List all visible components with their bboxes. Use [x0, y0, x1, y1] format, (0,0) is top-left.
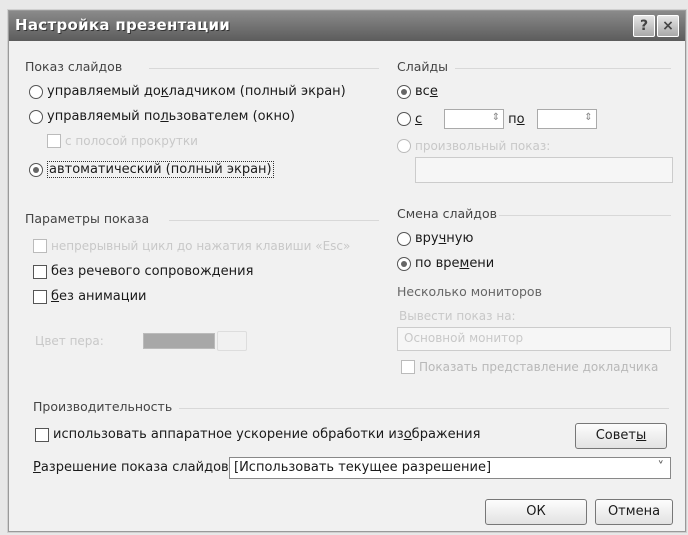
presenter-view-label: Показать представление докладчика	[419, 360, 659, 374]
cancel-button[interactable]: Отмена	[595, 499, 673, 525]
ok-button[interactable]: ОК	[485, 499, 587, 525]
from-spinner-arrows-icon[interactable]: ⇕	[492, 112, 500, 123]
to-label-prefix: п	[508, 111, 517, 127]
set-up-show-dialog: Настройка презентации ? × Показ слайдов …	[8, 10, 686, 532]
individual-radio[interactable]: управляемый по л ьзователем (окно)	[29, 109, 295, 124]
all-label-key: е	[429, 84, 438, 99]
display-on-value: Основной монитор	[404, 331, 524, 345]
manual-radio-button[interactable]	[397, 231, 411, 246]
custom-show-radio-button	[397, 139, 411, 153]
narration-label-suffix: ения	[220, 264, 254, 279]
from-slide-radio-button[interactable]	[397, 112, 411, 126]
individual-label-prefix: управляемый по	[47, 109, 161, 124]
resolution-value: [Использовать текущее разрешение]	[234, 460, 492, 475]
animation-label-suffix: ез анимации	[59, 289, 147, 304]
display-on-label: Вывести показ на:	[399, 309, 516, 323]
animation-label-key: б	[51, 289, 60, 304]
all-slides-radio-button[interactable]	[397, 84, 411, 99]
timings-label-suffix: ени	[469, 256, 495, 271]
show-type-group-label: Показ слайдов	[25, 59, 123, 74]
pen-color-swatch	[143, 333, 215, 349]
advance-group-label: Смена слайдов	[397, 206, 497, 221]
custom-show-label: произвольный показ:	[415, 139, 551, 153]
from-slide-spinner[interactable]: ⇕	[444, 109, 505, 129]
individual-label-key: л	[160, 109, 169, 124]
manual-label-key: ч	[438, 231, 447, 246]
to-spinner-arrows-icon[interactable]: ⇕	[584, 112, 592, 123]
no-narration-check-box[interactable]	[33, 264, 47, 279]
hw-acceleration-check-box[interactable]	[35, 427, 49, 442]
presenter-radio-button[interactable]	[29, 84, 43, 99]
presenter-label-prefix: управляемый до	[47, 84, 161, 99]
manual-label-prefix: вру	[415, 231, 439, 246]
advance-divider	[499, 215, 671, 216]
show-options-group-label: Параметры показа	[25, 211, 150, 226]
narration-label-key: д	[211, 264, 221, 279]
presenter-view-check-box	[401, 360, 415, 374]
resolution-label-suffix: азрешение показа слайдов:	[40, 460, 234, 475]
resolution-label: Разрешение показа слайдов:	[33, 460, 233, 475]
all-label-prefix: вс	[415, 84, 430, 99]
hw-accel-label-suffix: бражения	[411, 427, 481, 442]
to-slide-spinner[interactable]: ⇕	[536, 109, 597, 129]
loop-label: непрерывный цикл до нажатия клавиши «Esc…	[51, 239, 351, 253]
manual-advance-radio[interactable]: вру ч ную	[397, 231, 473, 246]
scrollbar-check-box	[47, 134, 61, 148]
dialog-title: Настройка презентации	[15, 16, 231, 34]
loop-checkbox: непрерывный цикл до нажатия клавиши «Esc…	[33, 239, 350, 253]
tips-button[interactable]: Советы	[575, 423, 667, 449]
timings-label-prefix: по вре	[415, 256, 460, 271]
kiosk-radio[interactable]: автоматический (полный экран)	[29, 161, 274, 178]
custom-show-select	[415, 157, 673, 183]
scrollbar-checkbox: с полосой прокрутки	[47, 134, 198, 148]
hw-accel-label-key: о	[403, 427, 412, 442]
pen-color-label: Цвет пера:	[35, 334, 104, 348]
slides-group-label: Слайды	[397, 59, 449, 74]
performance-group-label: Производительность	[33, 399, 173, 414]
individual-label-suffix: ьзователем (окно)	[168, 109, 296, 124]
chevron-down-icon[interactable]: ˅	[658, 458, 665, 478]
no-animation-checkbox[interactable]: б ез анимации	[33, 289, 147, 304]
timings-advance-radio[interactable]: по вре м ени	[397, 256, 494, 271]
tips-label-key: ы	[636, 428, 647, 443]
timings-label-key: м	[459, 256, 470, 271]
presenter-label-key: к	[160, 84, 169, 99]
performance-divider	[179, 408, 669, 409]
manual-label-suffix: ную	[446, 231, 474, 246]
loop-check-box	[33, 239, 47, 253]
resolution-label-key: Р	[33, 460, 41, 475]
monitors-group-label: Несколько мониторов	[397, 284, 542, 299]
hw-accel-label-prefix: использовать аппаратное ускорение обрабо…	[53, 427, 404, 442]
presenter-view-checkbox: Показать представление докладчика	[401, 360, 658, 374]
from-label: с	[415, 111, 423, 127]
resolution-select[interactable]: [Использовать текущее разрешение] ˅	[229, 457, 671, 479]
hw-acceleration-checkbox[interactable]: использовать аппаратное ускорение обрабо…	[35, 427, 480, 442]
individual-radio-button[interactable]	[29, 109, 43, 124]
show-options-divider	[169, 220, 379, 221]
narration-label-prefix: без речевого сопровож	[51, 264, 212, 279]
timings-radio-button[interactable]	[397, 256, 411, 271]
no-narration-checkbox[interactable]: без речевого сопровож д ения	[33, 264, 253, 279]
close-icon[interactable]: ×	[657, 15, 679, 37]
custom-show-radio: произвольный показ:	[397, 139, 550, 153]
no-animation-check-box[interactable]	[33, 289, 47, 304]
presenter-radio[interactable]: управляемый до к ладчиком (полный экран)	[29, 84, 346, 99]
from-slide-radio[interactable]: с ⇕ по ⇕	[397, 109, 597, 129]
kiosk-label: автоматический (полный экран)	[47, 161, 274, 178]
help-icon[interactable]: ?	[633, 15, 655, 37]
to-label-key: о	[516, 111, 525, 127]
tips-label-prefix: Совет	[595, 428, 636, 443]
show-type-divider	[149, 68, 379, 69]
presenter-label-suffix: ладчиком (полный экран)	[168, 84, 346, 99]
title-bar[interactable]: Настройка презентации ? ×	[9, 11, 685, 41]
kiosk-radio-button[interactable]	[29, 162, 43, 177]
display-on-select: Основной монитор	[397, 327, 671, 351]
pen-color-dropdown	[217, 331, 247, 351]
all-slides-radio[interactable]: вс е	[397, 84, 438, 99]
scrollbar-label: с полосой прокрутки	[65, 134, 198, 148]
slides-divider	[455, 68, 671, 69]
